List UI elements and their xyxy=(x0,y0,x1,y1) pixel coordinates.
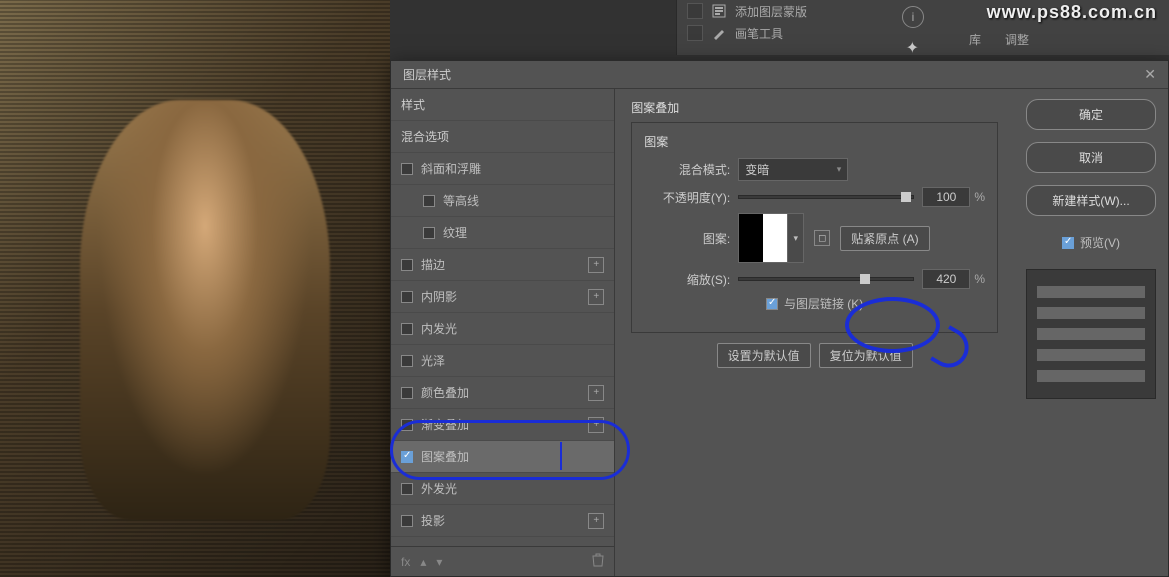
cancel-button[interactable]: 取消 xyxy=(1026,142,1156,173)
preview-checkbox[interactable]: 预览(V) xyxy=(1026,234,1156,251)
blend-mode-select[interactable]: 变暗 ▾ xyxy=(738,158,848,181)
set-default-button[interactable]: 设置为默认值 xyxy=(717,343,811,368)
snap-origin-button[interactable]: 贴紧原点 (A) xyxy=(840,226,929,251)
mask-icon xyxy=(711,3,727,19)
style-label: 纹理 xyxy=(443,224,467,241)
preview-thumbnail xyxy=(1026,269,1156,399)
checkbox-icon xyxy=(687,3,703,19)
checkbox-icon xyxy=(687,25,703,41)
slider-thumb[interactable] xyxy=(860,274,870,284)
checkbox-icon xyxy=(766,298,778,310)
chevron-down-icon: ▾ xyxy=(837,164,842,175)
style-inner-glow[interactable]: 内发光 xyxy=(391,313,614,345)
dialog-title: 图层样式 xyxy=(403,66,451,83)
tab-library[interactable]: 库 xyxy=(959,28,991,51)
pattern-label: 图案: xyxy=(644,230,730,247)
style-texture[interactable]: 纹理 xyxy=(391,217,614,249)
tab-adjust[interactable]: 调整 xyxy=(995,28,1039,51)
default-buttons-row: 设置为默认值 复位为默认值 xyxy=(631,343,998,368)
opacity-slider[interactable] xyxy=(738,195,914,199)
dialog-buttons-column: 确定 取消 新建样式(W)... 预览(V) xyxy=(1014,89,1168,576)
canvas-area xyxy=(0,0,390,577)
ok-button[interactable]: 确定 xyxy=(1026,99,1156,130)
tool-label: 添加图层蒙版 xyxy=(735,3,807,20)
scale-slider[interactable] xyxy=(738,277,914,281)
scale-label: 缩放(S): xyxy=(644,271,730,288)
checkbox-icon xyxy=(1062,237,1074,249)
pattern-swatch[interactable] xyxy=(738,213,788,263)
link-layer-label: 与图层链接 (K) xyxy=(784,295,863,312)
section-title: 图案叠加 xyxy=(631,99,998,116)
style-outer-glow[interactable]: 外发光 xyxy=(391,473,614,505)
arrow-up-icon[interactable]: ▴ xyxy=(420,555,426,569)
plus-icon[interactable]: + xyxy=(588,257,604,273)
trash-icon[interactable] xyxy=(592,553,604,570)
canvas-image xyxy=(0,0,390,577)
row-opacity: 不透明度(Y): 100 % xyxy=(644,187,985,207)
opacity-unit: % xyxy=(974,190,985,204)
style-color-overlay[interactable]: 颜色叠加 + xyxy=(391,377,614,409)
style-inner-shadow[interactable]: 内阴影 + xyxy=(391,281,614,313)
settings-panel: 图案叠加 图案 混合模式: 变暗 ▾ 不透明度(Y): 100 % xyxy=(615,89,1014,576)
photo-subject xyxy=(80,100,330,520)
style-label: 内阴影 xyxy=(421,288,457,305)
brush-icon xyxy=(711,25,727,41)
style-drop-shadow[interactable]: 投影 + xyxy=(391,505,614,537)
style-label: 斜面和浮雕 xyxy=(421,160,481,177)
style-contour[interactable]: 等高线 xyxy=(391,185,614,217)
panel-tabs: 库 调整 xyxy=(949,28,1169,51)
style-label: 外发光 xyxy=(421,480,457,497)
style-label: 图案叠加 xyxy=(421,448,469,465)
close-icon[interactable]: ✕ xyxy=(1144,66,1156,83)
plus-icon[interactable]: + xyxy=(588,417,604,433)
info-icon[interactable]: i xyxy=(902,6,924,28)
style-gradient-overlay[interactable]: 渐变叠加 + xyxy=(391,409,614,441)
watermark-text: www.ps88.com.cn xyxy=(987,2,1157,23)
group-label: 图案 xyxy=(644,133,985,150)
link-layer-checkbox[interactable]: 与图层链接 (K) xyxy=(766,295,863,312)
style-stroke[interactable]: 描边 + xyxy=(391,249,614,281)
style-label: 光泽 xyxy=(421,352,445,369)
style-label: 描边 xyxy=(421,256,445,273)
scale-input[interactable]: 420 xyxy=(922,269,970,289)
opacity-label: 不透明度(Y): xyxy=(644,189,730,206)
styles-footer: fx ▴ ▾ xyxy=(391,546,614,576)
plus-icon[interactable]: + xyxy=(588,513,604,529)
opacity-input[interactable]: 100 xyxy=(922,187,970,207)
style-satin[interactable]: 光泽 xyxy=(391,345,614,377)
style-label: 等高线 xyxy=(443,192,479,209)
blend-mode-label: 混合模式: xyxy=(644,161,730,178)
arrow-down-icon[interactable]: ▾ xyxy=(436,555,442,569)
tool-label: 画笔工具 xyxy=(735,25,783,42)
row-scale: 缩放(S): 420 % xyxy=(644,269,985,289)
dialog-titlebar: 图层样式 ✕ xyxy=(391,61,1168,89)
slider-thumb[interactable] xyxy=(901,192,911,202)
styles-list: 样式 混合选项 斜面和浮雕 等高线 纹理 描边 + 内阴影 + 内发光 光泽 颜色叠… xyxy=(391,89,615,576)
row-link: 与图层链接 (K) xyxy=(644,295,985,312)
wand-icon[interactable]: ✦ xyxy=(906,38,919,58)
layer-style-dialog: 图层样式 ✕ 样式 混合选项 斜面和浮雕 等高线 纹理 描边 + 内阴影 + 内发光… xyxy=(390,60,1169,577)
new-pattern-icon[interactable]: ◻ xyxy=(814,230,830,246)
style-pattern-overlay[interactable]: 图案叠加 xyxy=(391,441,614,473)
style-label: 颜色叠加 xyxy=(421,384,469,401)
reset-default-button[interactable]: 复位为默认值 xyxy=(819,343,913,368)
style-label: 投影 xyxy=(421,512,445,529)
style-label: 渐变叠加 xyxy=(421,416,469,433)
pattern-group: 图案 混合模式: 变暗 ▾ 不透明度(Y): 100 % xyxy=(631,122,998,333)
pattern-dropdown[interactable]: ▾ xyxy=(788,213,804,263)
styles-header[interactable]: 样式 xyxy=(391,89,614,121)
plus-icon[interactable]: + xyxy=(588,385,604,401)
fx-label[interactable]: fx xyxy=(401,555,410,569)
top-tools-panel: 添加图层蒙版 画笔工具 i www.ps88.com.cn 库 调整 ✦ xyxy=(676,0,1169,55)
blending-options[interactable]: 混合选项 xyxy=(391,121,614,153)
style-bevel[interactable]: 斜面和浮雕 xyxy=(391,153,614,185)
row-blend-mode: 混合模式: 变暗 ▾ xyxy=(644,158,985,181)
row-pattern: 图案: ▾ ◻ 贴紧原点 (A) xyxy=(644,213,985,263)
scale-unit: % xyxy=(974,272,985,286)
preview-label: 预览(V) xyxy=(1080,234,1120,251)
plus-icon[interactable]: + xyxy=(588,289,604,305)
style-label: 内发光 xyxy=(421,320,457,337)
new-style-button[interactable]: 新建样式(W)... xyxy=(1026,185,1156,216)
select-value: 变暗 xyxy=(745,161,769,178)
